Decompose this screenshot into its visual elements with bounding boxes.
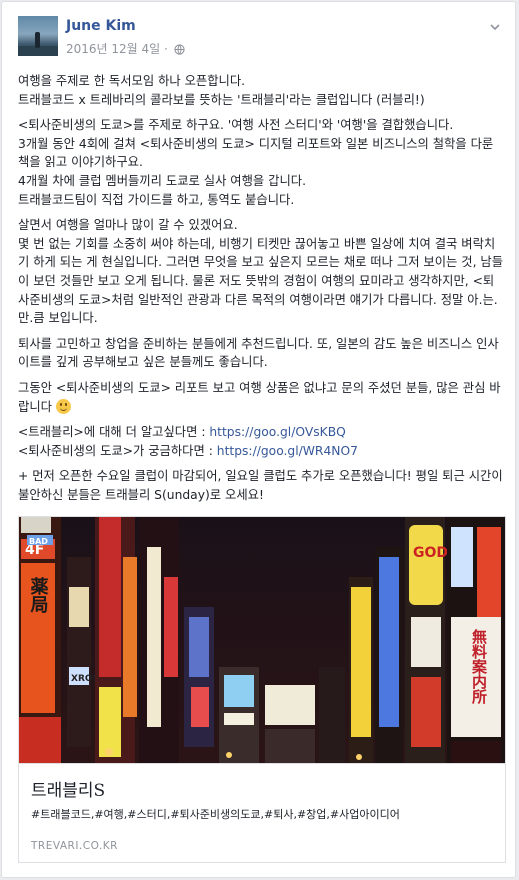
post-line: 3개월 동안 4회에 걸쳐 <퇴사준비생의 도쿄> 디지털 리포트와 일본 비즈… [18,136,494,170]
post-line: <퇴사준비생의 도쿄>를 주제로 하구요. '여행 사전 스터디'와 '여행'을… [18,118,454,133]
attachment-domain: TREVARI.CO.KR [31,840,118,852]
post-paragraph: 그동안 <퇴사준비생의 도쿄> 리포트 보고 여행 상품은 없냐고 문의 주셨던… [18,379,504,416]
post-paragraph: <퇴사준비생의 도쿄>를 주제로 하구요. '여행 사전 스터디'와 '여행'을… [18,116,504,209]
post-line: 몇 번 없는 기회를 소중히 써야 하는데, 비행기 티켓만 끊어놓고 바쁜 일… [18,236,504,326]
author-name[interactable]: June Kim [66,18,136,34]
avatar-figure [35,32,40,48]
sign-bad: BAD [29,537,48,546]
tokyo-report-link[interactable]: https://goo.gl/WR4NO7 [217,444,358,458]
post-line: 그동안 <퇴사준비생의 도쿄> 리포트 보고 여행 상품은 없냐고 문의 주셨던… [18,380,501,414]
link-label: <퇴사준비생의 도쿄>가 궁금하다면 : [18,443,217,458]
attachment-image[interactable]: 4F 薬局 XROSS GOD 無料案内所 BAD [19,517,505,763]
post-line: 4개월 차에 클럽 멤버들끼리 도쿄로 실사 여행을 갑니다. [18,173,306,188]
post-paragraph: <트래블리>에 대해 더 알고싶다면 : https://goo.gl/OVsK… [18,423,504,460]
post-paragraph: + 먼저 오픈한 수요일 클럽이 마감되어, 일요일 클럽도 추가로 오픈했습니… [18,467,504,504]
attachment-description: #트래블코드,#여행,#스터디,#퇴사준비생의도쿄,#퇴사,#창업,#사업아이디… [31,808,400,821]
post-line: 여행을 주제로 한 독서모임 하나 오픈합니다. [18,74,246,88]
post-paragraph: 퇴사를 고민하고 창업을 준비하는 분들에게 추천드립니다. 또, 일본의 감도… [18,335,504,372]
post-body: 여행을 주제로 한 독서모임 하나 오픈합니다. 트래블코드 x 트레바리의 콜… [18,72,504,511]
post-line: 퇴사를 고민하고 창업을 준비하는 분들에게 추천드립니다. 또, 일본의 감도… [18,336,499,370]
link-attachment[interactable]: 4F 薬局 XROSS GOD 無料案内所 BAD 트래블리S #트래블코드,#… [18,516,506,863]
avatar[interactable] [18,16,58,56]
chevron-down-icon[interactable] [488,20,502,34]
meta-separator: · [164,42,168,56]
post-line: 살면서 여행을 얼마나 많이 갈 수 있겠어요. [18,218,238,233]
post-card: June Kim 2016년 12월 4일 · 여행을 주제로 한 독서모임 하… [1,1,516,878]
attachment-caption[interactable]: 트래블리S #트래블코드,#여행,#스터디,#퇴사준비생의도쿄,#퇴사,#창업,… [19,763,505,862]
neon-street-image: 4F 薬局 XROSS GOD 無料案内所 BAD [19,517,505,763]
smile-emoji-icon [55,398,71,414]
attachment-title[interactable]: 트래블리S [31,776,105,801]
post-paragraph: 여행을 주제로 한 독서모임 하나 오픈합니다. 트래블코드 x 트레바리의 콜… [18,72,504,109]
post-line: 트래블코드 x 트레바리의 콜라보를 뜻하는 '트래블리'라는 클럽입니다 (러… [18,92,425,107]
post-header: June Kim 2016년 12월 4일 · [18,16,502,60]
post-line: 트래블코드팀이 직접 가이드를 하고, 통역도 붙습니다. [18,192,295,207]
sign-vertical: 薬局 [28,577,49,614]
post-line: + 먼저 오픈한 수요일 클럽이 마감되어, 일요일 클럽도 추가로 오픈했습니… [18,469,503,502]
trevari-link[interactable]: https://goo.gl/OVsKBQ [209,425,345,439]
post-meta: 2016년 12월 4일 · [66,40,185,57]
post-timestamp[interactable]: 2016년 12월 4일 [66,42,160,56]
sign-god: GOD [413,545,448,561]
post-paragraph: 살면서 여행을 얼마나 많이 갈 수 있겠어요. 몇 번 없는 기회를 소중히 … [18,216,504,328]
globe-icon[interactable] [174,44,185,55]
link-label: <트래블리>에 대해 더 알고싶다면 : [18,425,210,440]
sign-free-info: 無料案内所 [470,628,488,705]
